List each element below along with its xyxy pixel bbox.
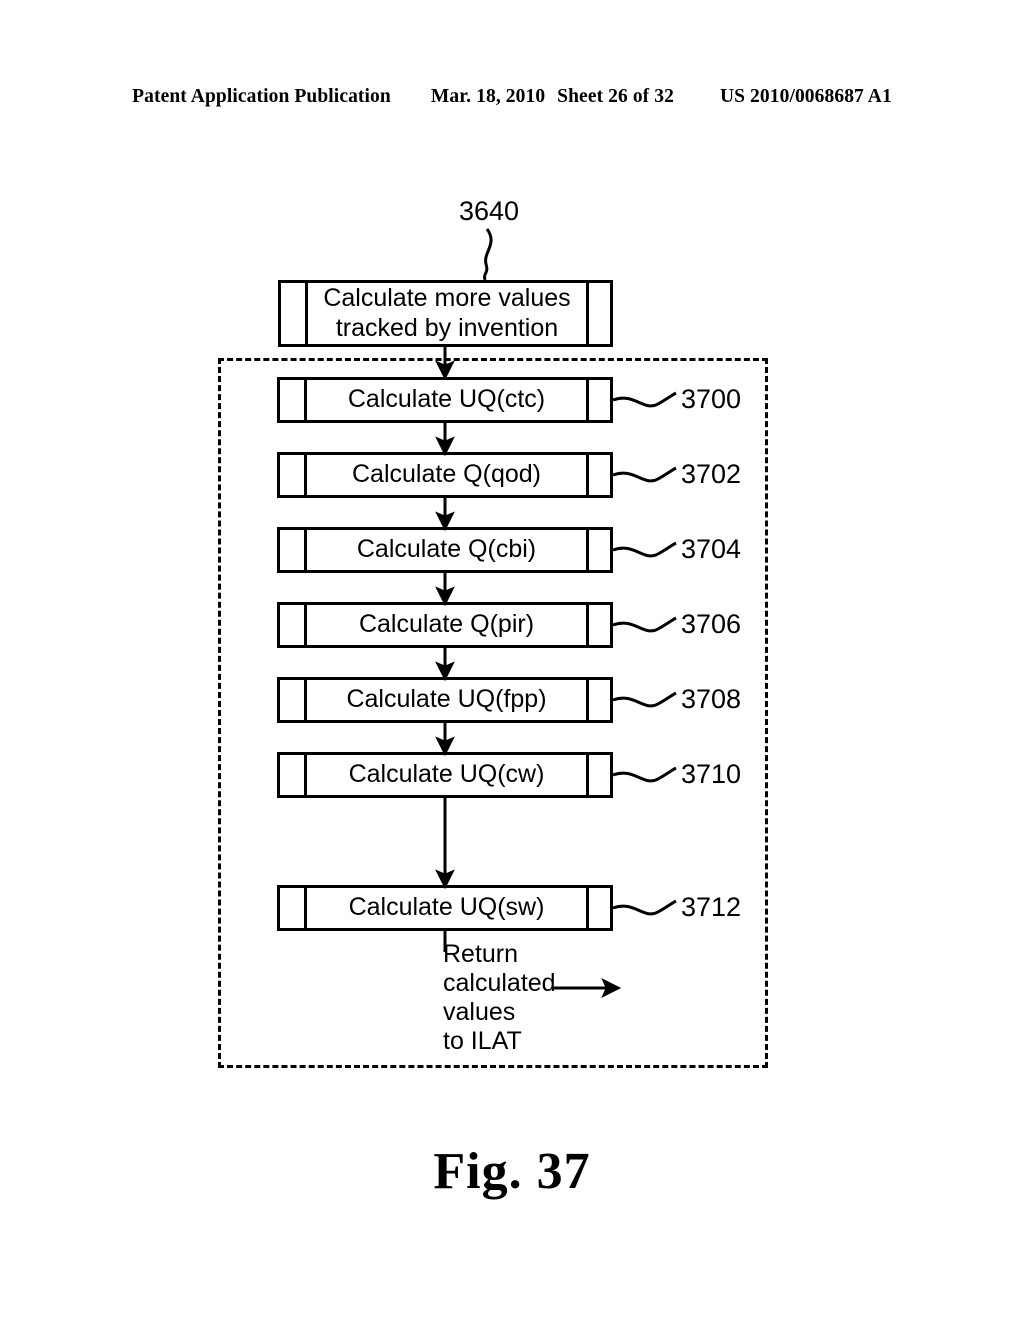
process-box-calculate-more-values[interactable]: Calculate more values tracked by inventi… xyxy=(278,280,613,347)
predefined-process-bar-right xyxy=(586,755,610,795)
predefined-process-bar-right xyxy=(586,888,610,928)
return-note-line-2: calculated xyxy=(443,969,556,997)
process-box-label: Calculate UQ(sw) xyxy=(348,893,545,922)
reference-numeral-3710: 3710 xyxy=(681,759,742,789)
predefined-process-bar-right xyxy=(586,680,610,720)
reference-numeral-3712: 3712 xyxy=(681,892,742,922)
predefined-process-bar-left xyxy=(280,530,307,570)
predefined-process-bar-left xyxy=(280,605,307,645)
reference-numeral-3702: 3702 xyxy=(681,459,742,489)
process-box-label: Calculate UQ(ctc) xyxy=(347,385,546,414)
process-box-calculate-uq-sw[interactable]: Calculate UQ(sw) xyxy=(277,885,613,931)
reference-numeral-3700: 3700 xyxy=(681,384,742,414)
predefined-process-bar-right xyxy=(586,605,610,645)
reference-numeral-3704: 3704 xyxy=(681,534,742,564)
process-box-label: Calculate Q(pir) xyxy=(358,610,535,639)
predefined-process-bar-right xyxy=(586,530,610,570)
process-box-calculate-uq-fpp[interactable]: Calculate UQ(fpp) xyxy=(277,677,613,723)
process-box-label: Calculate more values tracked by inventi… xyxy=(323,284,571,342)
figure-drawing: 3640 Calculate more values tracked by in… xyxy=(0,0,1024,1320)
process-box-label: Calculate Q(cbi) xyxy=(356,535,537,564)
return-annotation: Return calculated values to ILAT xyxy=(443,940,556,1056)
return-note-line-3: values xyxy=(443,998,516,1026)
predefined-process-bar-left xyxy=(280,680,307,720)
predefined-process-bar-right xyxy=(586,283,610,344)
figure-caption: Fig. 37 xyxy=(433,1143,591,1200)
process-box-calculate-uq-ctc[interactable]: Calculate UQ(ctc) xyxy=(277,377,613,423)
reference-numeral-3640: 3640 xyxy=(459,196,520,226)
predefined-process-bar-right xyxy=(586,455,610,495)
return-note-line-1: Return xyxy=(443,940,519,968)
process-box-calculate-q-qod[interactable]: Calculate Q(qod) xyxy=(277,452,613,498)
return-note-line-4: to ILAT xyxy=(443,1027,522,1055)
leader-line-3640 xyxy=(483,228,493,281)
process-box-label: Calculate UQ(fpp) xyxy=(346,685,547,714)
predefined-process-bar-left xyxy=(280,755,307,795)
predefined-process-bar-left xyxy=(281,283,308,344)
process-box-calculate-q-pir[interactable]: Calculate Q(pir) xyxy=(277,602,613,648)
process-box-label: Calculate UQ(cw) xyxy=(348,760,545,789)
predefined-process-bar-left xyxy=(280,455,307,495)
reference-numeral-3706: 3706 xyxy=(681,609,742,639)
process-box-calculate-q-cbi[interactable]: Calculate Q(cbi) xyxy=(277,527,613,573)
reference-numeral-3708: 3708 xyxy=(681,684,742,714)
process-box-calculate-uq-cw[interactable]: Calculate UQ(cw) xyxy=(277,752,613,798)
predefined-process-bar-right xyxy=(586,380,610,420)
process-box-label: Calculate Q(qod) xyxy=(352,460,541,489)
predefined-process-bar-left xyxy=(280,888,307,928)
predefined-process-bar-left xyxy=(280,380,307,420)
